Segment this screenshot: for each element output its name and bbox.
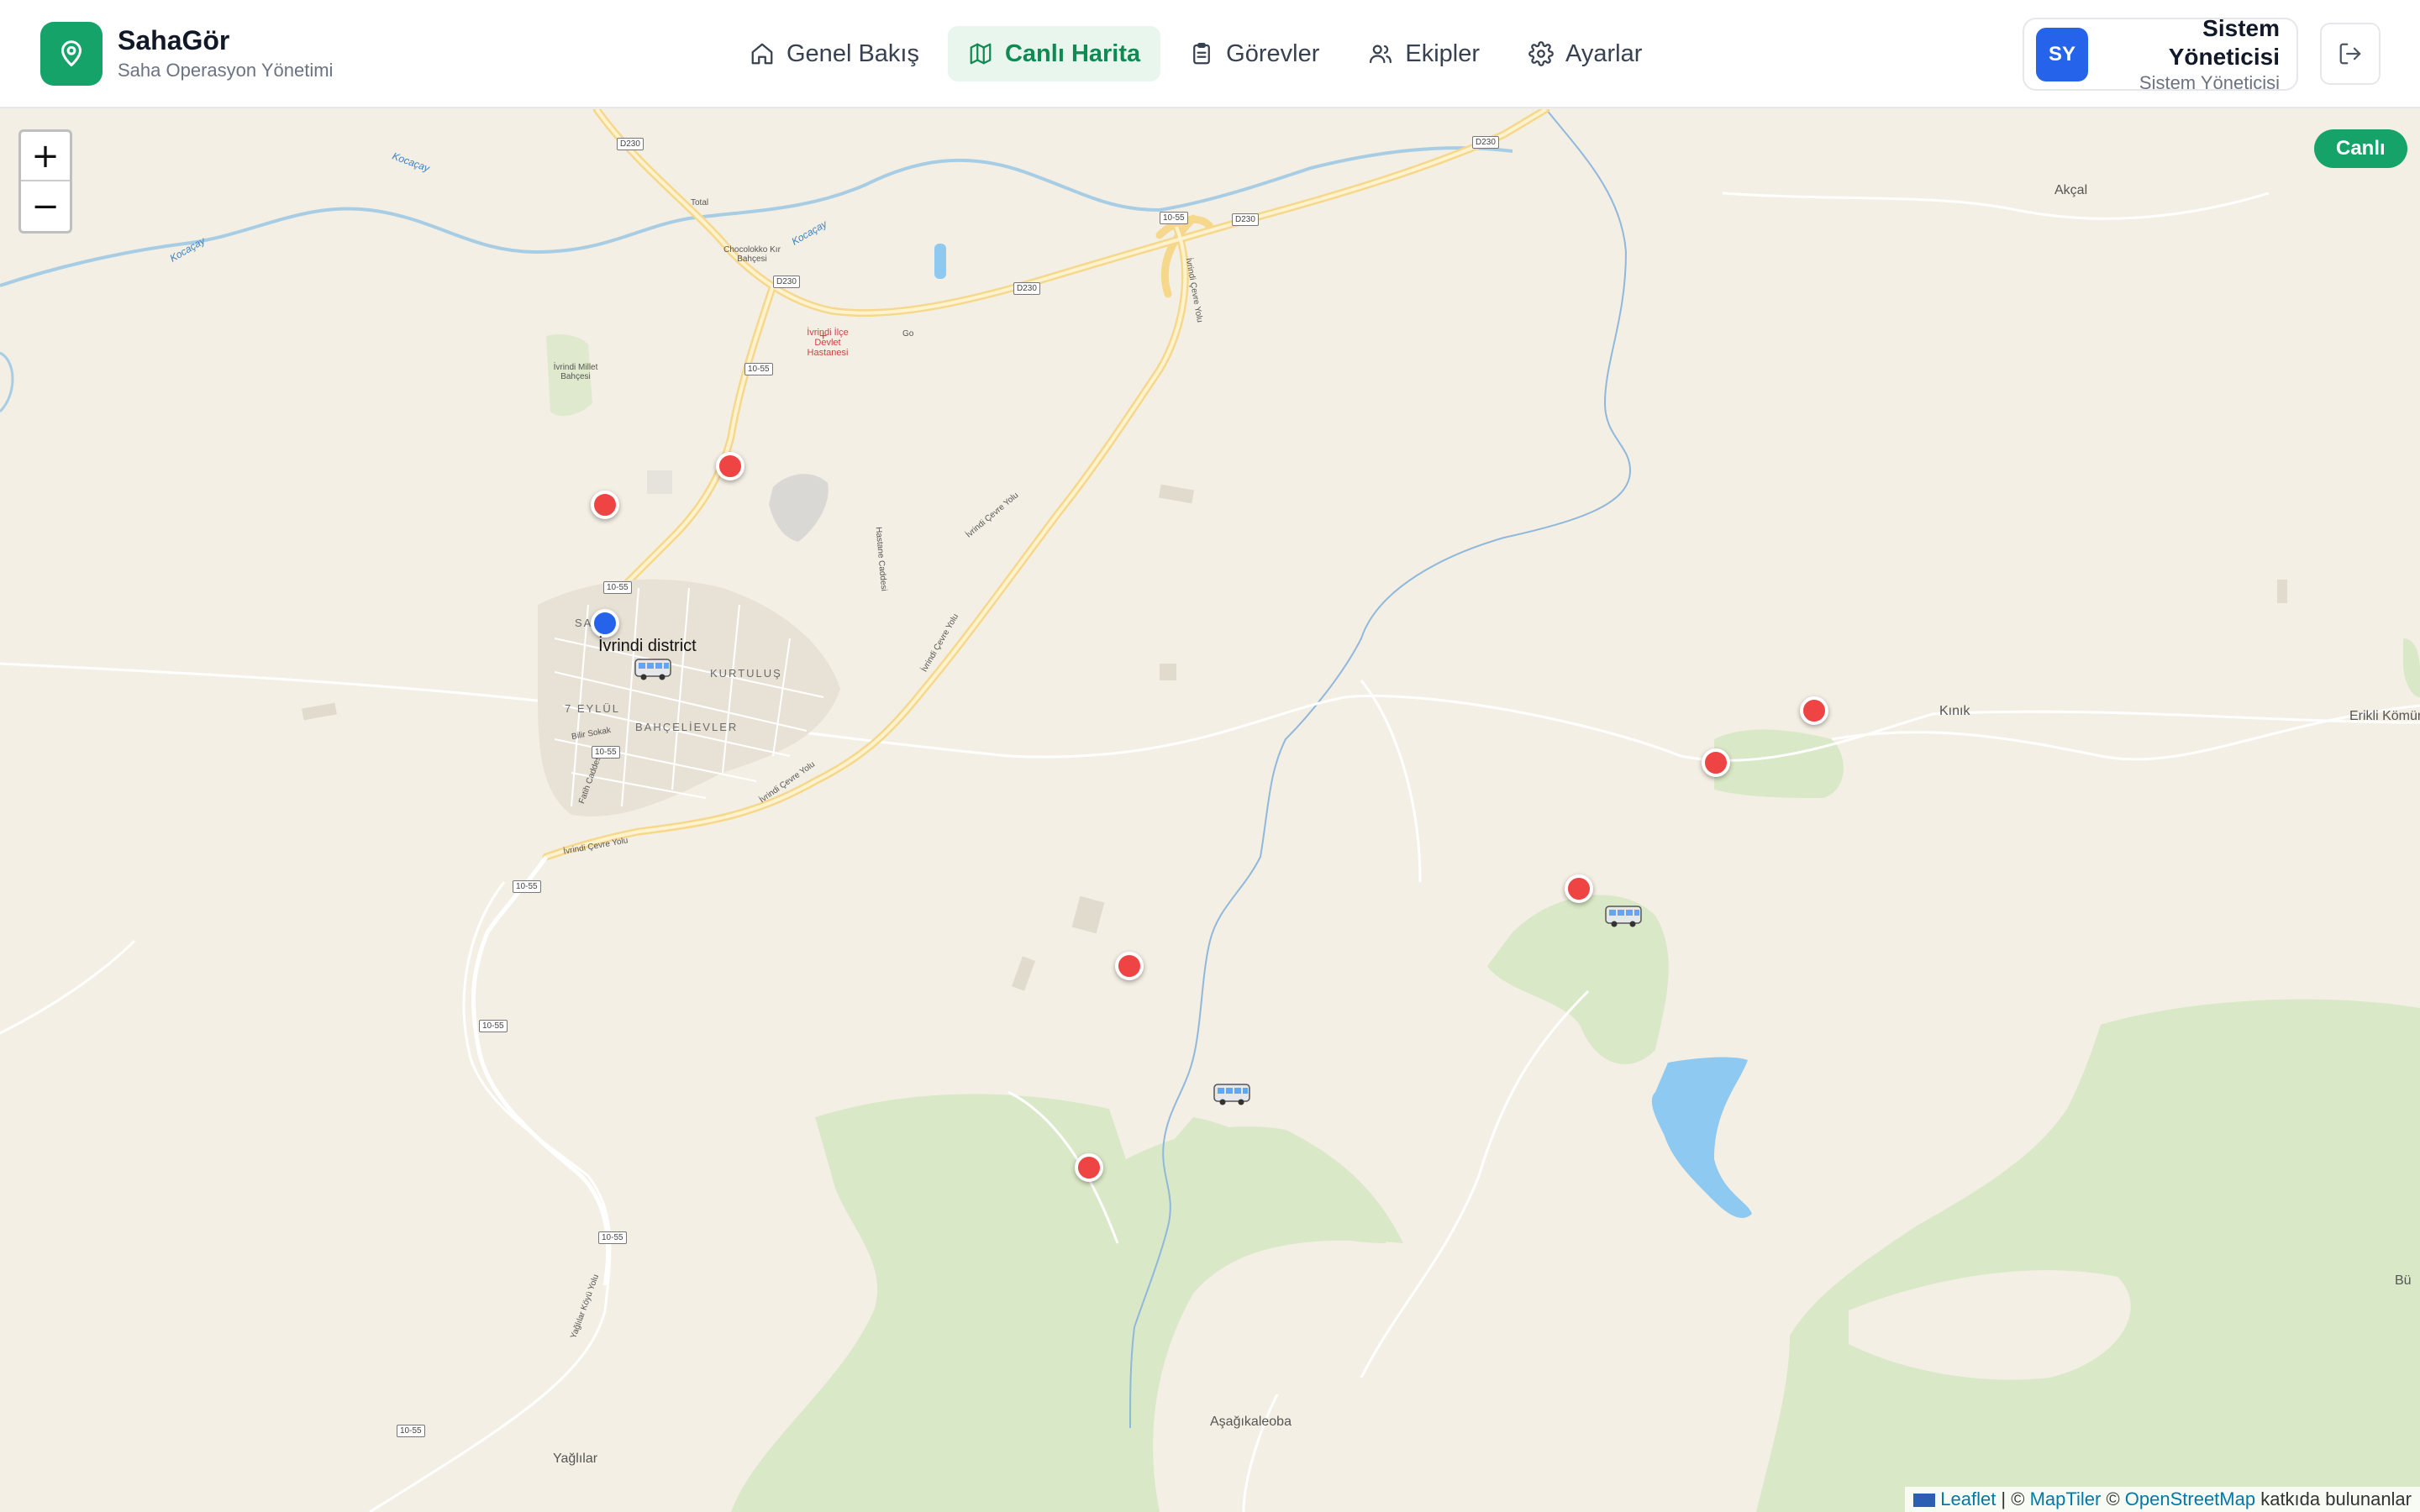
road-shield: D230 [617,138,644,150]
road-shield: 10-55 [479,1020,508,1032]
top-header: SahaGör Saha Operasyon Yönetimi Genel Ba… [0,0,2420,108]
map-label-7eylul: 7 EYLÜL [565,702,621,715]
nav-tasks[interactable]: Görevler [1169,26,1339,81]
map-label-millet: İvrindi Millet Bahçesi [553,363,598,381]
nav-live-map[interactable]: Canlı Harita [947,26,1161,81]
map-icon [970,43,992,65]
user-name: Sistem Yöneticisi [2168,14,2280,70]
nav-tasks-label: Görevler [1226,39,1320,67]
road-shield: 10-55 [598,1231,627,1244]
maptiler-link[interactable]: MapTiler [2030,1488,2102,1509]
task-marker[interactable] [1702,748,1730,777]
nav-overview[interactable]: Genel Bakış [729,26,939,81]
map-label-go: Go [902,329,914,339]
ukraine-flag-icon [1913,1494,1936,1508]
hospital-icon: + [819,329,828,344]
home-icon [751,43,773,65]
nav-settings[interactable]: Ayarlar [1508,26,1662,81]
road-shield: 10-55 [397,1425,425,1437]
brand-name: SahaGör [118,25,230,55]
nav-overview-label: Genel Bakış [786,39,919,67]
map-attribution: Leaflet | © MapTiler © OpenStreetMap kat… [1905,1487,2420,1512]
user-role: Sistem Yöneticisi [2139,71,2280,93]
road-shield: D230 [1013,282,1040,295]
map-label-kinik: Kınık [1939,704,1970,718]
task-marker[interactable] [1075,1153,1103,1182]
logout-icon [2339,43,2361,65]
nav-teams[interactable]: Ekipler [1348,26,1500,81]
map-label-bu: Bü [2395,1273,2412,1288]
brand[interactable]: SahaGör Saha Operasyon Yönetimi [40,22,333,86]
road-shield: 10-55 [603,581,632,594]
user-menu[interactable]: SY Sistem Yöneticisi Sistem Yöneticisi [2023,15,2298,93]
team-location-marker[interactable] [591,609,619,638]
gear-icon [1528,41,1554,66]
osm-link[interactable]: OpenStreetMap [2125,1488,2255,1509]
bus-icon[interactable] [1604,903,1643,928]
task-marker[interactable] [716,452,744,480]
zoom-out-button[interactable]: − [21,181,70,231]
bus-icon[interactable] [1213,1081,1251,1106]
map-label-yaglilar: Yağlılar [553,1452,598,1466]
bus-icon[interactable] [634,656,672,681]
main-nav: Genel Bakış Canlı Harita Görevler Ekiple… [729,26,1670,81]
attribution-separator: | © [1996,1488,2030,1509]
zoom-control: + − [18,129,72,234]
map-label-bahcelievler: BAHÇELİEVLER [635,721,739,733]
map-pin-icon [40,22,103,86]
zoom-in-button[interactable]: + [21,132,70,181]
leaflet-link[interactable]: Leaflet [1940,1488,1996,1509]
map-label-chocolokko: Chocolokko Kır Bahçesi [723,245,781,264]
brand-subtitle: Saha Operasyon Yönetimi [118,60,334,81]
road-shield: 10-55 [744,363,773,375]
live-status-badge: Canlı [2314,129,2407,168]
task-marker[interactable] [1800,696,1828,725]
road-shield: 10-55 [513,880,541,893]
attribution-tail: katkıda bulunanlar [2255,1488,2412,1509]
map-label-erikli: Erikli Kömürc [2349,709,2420,723]
nav-settings-label: Ayarlar [1565,39,1643,67]
avatar: SY [2036,27,2088,81]
map-label-akcal: Akçal [2054,183,2088,197]
logout-button[interactable] [2320,23,2381,85]
nav-teams-label: Ekipler [1405,39,1481,67]
task-marker[interactable] [1565,874,1593,903]
attribution-separator: © [2101,1488,2125,1509]
road-shield: D230 [1472,136,1499,149]
map-label-kurtulus: KURTULUŞ [710,667,782,680]
map-label-total: Total [691,198,709,207]
road-shield: 10-55 [592,746,620,759]
road-shield: 10-55 [1160,212,1188,224]
map-base-layer [0,109,2420,1512]
district-label: İvrindi district [598,637,697,655]
road-shield: D230 [1232,213,1259,226]
map-label-asagikaleoba: Aşağıkaleoba [1210,1415,1292,1429]
road-shield: D230 [773,276,800,288]
nav-live-map-label: Canlı Harita [1004,39,1141,67]
clipboard-icon [1193,43,1211,65]
task-marker[interactable] [591,491,619,519]
map-label-hospital: İvrindi İlçe Devlet Hastanesi [807,328,849,358]
users-icon [1370,45,1392,64]
task-marker[interactable] [1115,952,1144,980]
live-map[interactable]: Akçal Kınık Erikli Kömürc Bü Aşağıkaleob… [0,109,2420,1512]
